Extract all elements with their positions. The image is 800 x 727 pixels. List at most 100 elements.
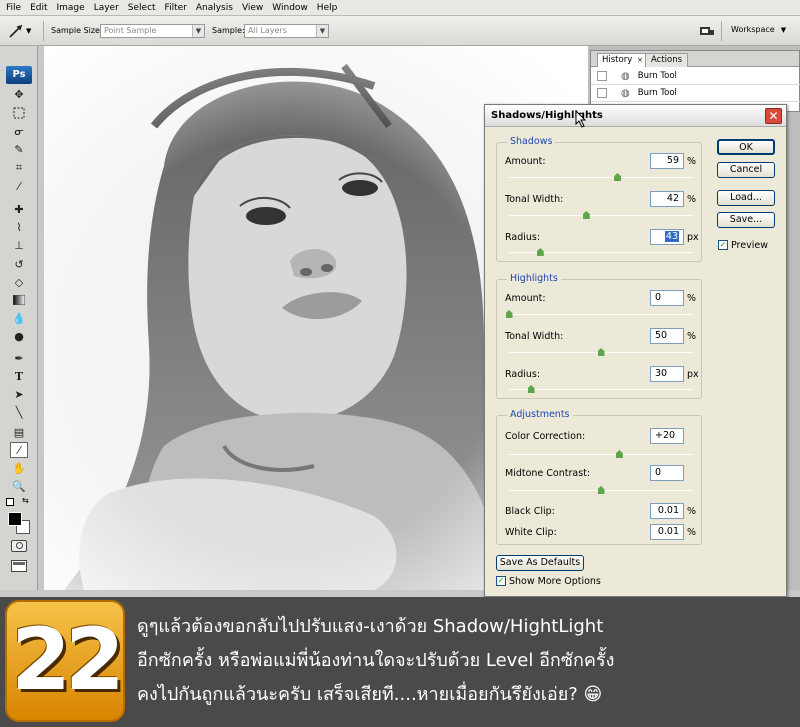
midtone-contrast-field[interactable]: 0 [650,465,684,481]
highlights-tonal-width-slider[interactable] [597,348,605,356]
sample-select[interactable]: All Layers ▼ [244,24,329,38]
move-tool-icon[interactable]: ✥ [10,86,28,102]
lasso-tool-icon[interactable]: ᓂ [10,123,28,139]
chevron-down-icon: ▼ [316,25,328,37]
highlights-amount-field[interactable]: 0 [650,290,684,306]
pen-tool-icon[interactable]: ✒ [10,350,28,366]
gradient-icon[interactable] [10,292,28,308]
sample-size-select[interactable]: Point Sample ▼ [100,24,205,38]
healing-brush-icon[interactable]: ✚ [10,201,28,217]
quick-mask-icon[interactable] [11,540,27,552]
eyedropper-icon[interactable]: ⁄ [10,178,28,194]
preview-checkbox[interactable]: ✓ [718,240,728,250]
step-badge: 22 [5,600,125,722]
ps-logo-text: Ps [12,69,26,80]
dialog-titlebar[interactable]: Shadows/Highlights [485,105,786,127]
color-sampler-icon[interactable]: ⁄ [10,442,28,458]
menu-filter[interactable]: Filter [165,3,187,13]
white-clip-field[interactable]: 0.01 [650,524,684,540]
load-button[interactable]: Load... [717,190,775,206]
save-button[interactable]: Save... [717,212,775,228]
highlights-tonal-width-field[interactable]: 50 [650,328,684,344]
save-as-defaults-button[interactable]: Save As Defaults [496,555,584,571]
tab-history-label: History [602,55,633,65]
show-more-options-checkbox[interactable]: ✓ [496,576,506,586]
highlights-group: Highlights Amount: 0 % Tonal Width: 50 %… [496,273,702,399]
dodge-icon[interactable]: ● [10,328,28,344]
line-tool-icon[interactable]: ╲ [10,404,28,420]
shadows-amount-field[interactable]: 59 [650,153,684,169]
black-clip-label: Black Clip: [505,506,555,517]
close-icon[interactable]: × [637,56,643,64]
color-correction-field[interactable]: +20 [650,428,684,444]
tool-preset-picker[interactable]: ▼ [8,22,38,39]
toolbox: Ps ✥ ᓂ ✎ ⌗ ⁄ ✚ ⌇ ⊥ ↺ ◇ 💧 ● ✒ T ➤ ╲ ▤ ⁄ ✋… [0,46,38,590]
menu-help[interactable]: Help [317,3,338,13]
ok-button[interactable]: OK [717,139,775,155]
highlights-amount-slider[interactable] [505,310,513,318]
highlights-tonal-width-unit: % [687,331,697,342]
tab-actions[interactable]: Actions [645,53,689,67]
quick-select-icon[interactable]: ✎ [10,141,28,157]
chevron-down-icon: ▼ [780,25,787,34]
shadows-tonal-width-field[interactable]: 42 [650,191,684,207]
sample-label: Sample: [212,26,245,35]
hand-tool-icon[interactable]: ✋ [10,460,28,476]
menu-analysis[interactable]: Analysis [196,3,233,13]
highlights-group-label: Highlights [507,273,561,284]
screen-mode-icon[interactable] [11,560,27,572]
eyedropper-icon [9,24,23,38]
caption-line-3: คงไปกันถูกแล้วนะครับ เสร็จเสียที....หายเ… [137,684,603,705]
menu-layer[interactable]: Layer [94,3,119,13]
menu-edit[interactable]: Edit [30,3,47,13]
menu-file[interactable]: File [6,3,21,13]
eraser-icon[interactable]: ◇ [10,274,28,290]
foreground-color-swatch[interactable] [8,512,22,526]
default-colors-icon[interactable] [6,498,14,506]
history-item[interactable]: ◍ Burn Tool [591,85,800,102]
menu-view[interactable]: View [242,3,263,13]
shadows-radius-field[interactable]: 43 [650,229,684,245]
history-checkbox[interactable] [597,71,607,81]
highlights-radius-label: Radius: [505,369,541,380]
shadows-amount-label: Amount: [505,156,546,167]
notes-icon[interactable]: ▤ [10,424,28,440]
sample-value: All Layers [248,26,287,35]
black-clip-field[interactable]: 0.01 [650,503,684,519]
history-item[interactable]: ◍ Burn Tool [591,68,800,85]
path-select-icon[interactable]: ➤ [10,386,28,402]
highlights-radius-slider[interactable] [527,385,535,393]
bridge-button[interactable] [697,22,717,40]
tab-actions-label: Actions [651,55,683,65]
options-bar: ▼ Sample Size: Point Sample ▼ Sample: Al… [0,16,800,46]
zoom-tool-icon[interactable]: 🔍 [10,478,28,494]
menu-image[interactable]: Image [57,3,85,13]
swap-colors-icon[interactable]: ⇆ [22,496,29,505]
highlights-radius-field[interactable]: 30 [650,366,684,382]
shadows-amount-slider[interactable] [614,173,622,181]
menu-select[interactable]: Select [128,3,156,13]
marquee-tool-icon[interactable] [10,105,28,121]
history-checkbox[interactable] [597,88,607,98]
burn-tool-icon: ◍ [621,87,630,99]
type-tool-icon[interactable]: T [10,368,28,384]
highlights-radius-unit: px [687,369,699,380]
color-correction-slider[interactable] [615,450,623,458]
brush-tool-icon[interactable]: ⌇ [10,219,28,235]
cancel-button[interactable]: Cancel [717,162,775,178]
crop-tool-icon[interactable]: ⌗ [10,160,28,176]
workspace-menu[interactable]: Workspace ▼ [731,25,786,34]
clone-stamp-icon[interactable]: ⊥ [10,237,28,253]
adjustments-group: Adjustments Color Correction: +20 Midton… [496,409,702,545]
tab-history[interactable]: History × [597,53,648,67]
shadows-tonal-width-slider[interactable] [582,211,590,219]
blur-icon[interactable]: 💧 [10,310,28,326]
history-item-label: Burn Tool [637,71,677,81]
close-button[interactable]: ✕ [765,108,782,124]
shadows-amount-unit: % [687,156,697,167]
shadows-radius-slider[interactable] [536,248,544,256]
midtone-contrast-slider[interactable] [597,486,605,494]
panel-tabs: History × Actions [591,51,799,67]
menu-window[interactable]: Window [272,3,308,13]
history-brush-icon[interactable]: ↺ [10,256,28,272]
